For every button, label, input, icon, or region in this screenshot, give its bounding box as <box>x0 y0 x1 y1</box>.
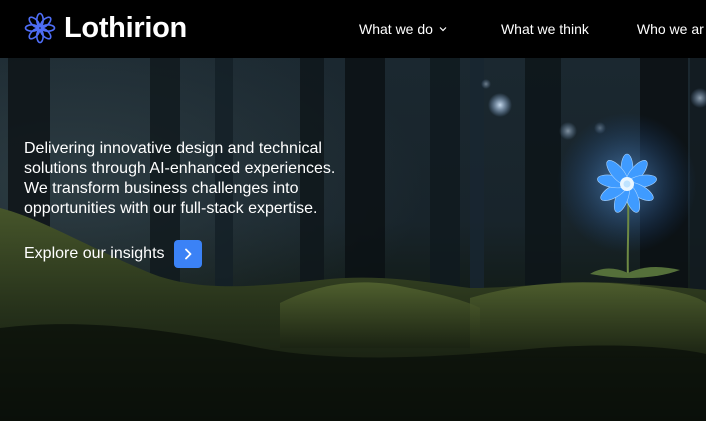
nav-item-what-we-do[interactable]: What we do <box>359 21 447 37</box>
nav-item-label: What we think <box>500 21 589 37</box>
flower-icon <box>24 12 56 44</box>
nav-item-what-we-think[interactable]: What we think <box>501 21 589 37</box>
nav-item-label: Who we ar <box>636 21 704 37</box>
explore-insights-link[interactable]: Explore our insights <box>24 240 202 268</box>
site-header: Lothirion What we do What we think Who w… <box>0 0 706 58</box>
nav-item-who-we-are[interactable]: Who we ar <box>637 21 704 37</box>
main-nav: What we do What we think Who we ar <box>359 0 704 58</box>
hero-tagline: Delivering innovative design and technic… <box>24 140 336 217</box>
cta-label: Explore our insights <box>24 245 165 262</box>
hero-section: Delivering innovative design and technic… <box>0 58 706 421</box>
nav-item-label: What we do <box>359 21 433 37</box>
chevron-down-icon <box>439 27 447 32</box>
cta-arrow-button[interactable] <box>173 240 202 268</box>
brand-name: Lothirion <box>64 12 187 44</box>
page: Lothirion What we do What we think Who w… <box>0 0 706 421</box>
chevron-right-icon <box>184 248 191 260</box>
brand-logo[interactable]: Lothirion <box>24 12 187 44</box>
